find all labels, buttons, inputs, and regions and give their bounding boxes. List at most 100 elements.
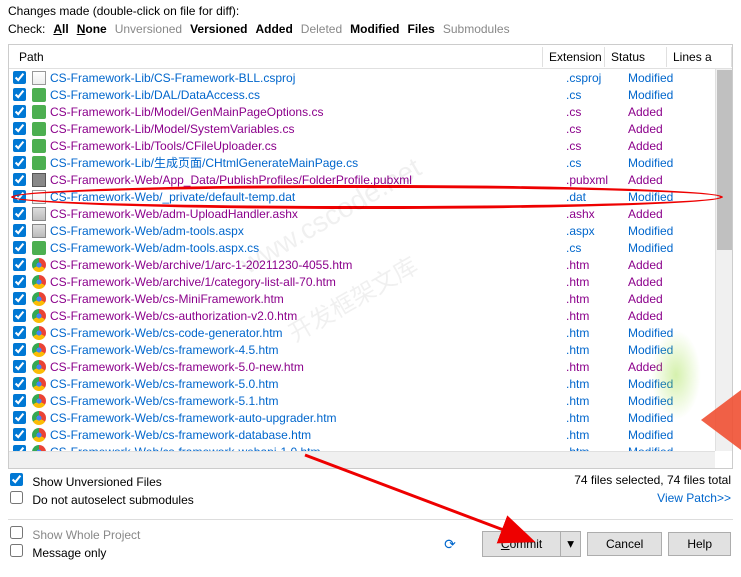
file-ext: .htm: [566, 394, 628, 408]
file-type-icon: [32, 326, 46, 340]
row-checkbox[interactable]: [13, 173, 26, 186]
cancel-button[interactable]: Cancel: [587, 532, 662, 556]
row-checkbox[interactable]: [13, 394, 26, 407]
file-path: CS-Framework-Web/adm-tools.aspx: [50, 224, 566, 238]
table-row[interactable]: CS-Framework-Lib/CS-Framework-BLL.csproj…: [9, 69, 732, 86]
view-patch-link[interactable]: View Patch>>: [657, 491, 731, 505]
file-status: Added: [628, 258, 690, 272]
show-whole-project-checkbox[interactable]: Show Whole Project: [10, 526, 140, 542]
row-checkbox[interactable]: [13, 105, 26, 118]
file-status: Added: [628, 292, 690, 306]
row-checkbox[interactable]: [13, 309, 26, 322]
file-path: CS-Framework-Web/adm-UploadHandler.ashx: [50, 207, 566, 221]
table-row[interactable]: CS-Framework-Web/adm-tools.aspx.cs .cs M…: [9, 239, 732, 256]
row-checkbox[interactable]: [13, 360, 26, 373]
refresh-icon[interactable]: ⟳: [444, 536, 456, 553]
filter-submodules[interactable]: Submodules: [443, 22, 510, 36]
no-autoselect-checkbox[interactable]: Do not autoselect submodules: [10, 491, 194, 507]
row-checkbox[interactable]: [13, 241, 26, 254]
file-path: CS-Framework-Lib/Model/GenMainPageOption…: [50, 105, 566, 119]
row-checkbox[interactable]: [13, 139, 26, 152]
table-row[interactable]: CS-Framework-Web/cs-framework-4.5.htm .h…: [9, 341, 732, 358]
file-type-icon: [32, 411, 46, 425]
file-status: Modified: [628, 428, 690, 442]
table-row[interactable]: CS-Framework-Lib/Model/GenMainPageOption…: [9, 103, 732, 120]
col-path[interactable]: Path: [9, 47, 543, 67]
table-row[interactable]: CS-Framework-Lib/Model/SystemVariables.c…: [9, 120, 732, 137]
table-row[interactable]: CS-Framework-Web/cs-framework-auto-upgra…: [9, 409, 732, 426]
row-checkbox[interactable]: [13, 326, 26, 339]
table-header: Path Extension Status Lines a: [9, 45, 732, 69]
table-body[interactable]: CS-Framework-Lib/CS-Framework-BLL.csproj…: [9, 69, 732, 451]
scrollbar-horizontal[interactable]: [9, 451, 715, 468]
table-row[interactable]: CS-Framework-Web/App_Data/PublishProfile…: [9, 171, 732, 188]
table-row[interactable]: CS-Framework-Lib/DAL/DataAccess.cs .cs M…: [9, 86, 732, 103]
table-row[interactable]: CS-Framework-Web/_private/default-temp.d…: [9, 188, 732, 205]
file-status: Added: [628, 139, 690, 153]
commit-button[interactable]: Commit▾: [482, 531, 581, 557]
filter-all[interactable]: All: [53, 22, 68, 36]
table-row[interactable]: CS-Framework-Web/adm-UploadHandler.ashx …: [9, 205, 732, 222]
filter-files[interactable]: Files: [408, 22, 435, 36]
col-lines[interactable]: Lines a: [667, 47, 732, 67]
file-path: CS-Framework-Web/_private/default-temp.d…: [50, 190, 566, 204]
message-only-checkbox[interactable]: Message only: [10, 544, 140, 560]
table-row[interactable]: CS-Framework-Web/archive/1/category-list…: [9, 273, 732, 290]
scrollbar-vertical[interactable]: [715, 69, 732, 451]
table-row[interactable]: CS-Framework-Web/cs-framework-webapi-1.0…: [9, 443, 732, 451]
table-row[interactable]: CS-Framework-Lib/生成页面/CHtmlGenerateMainP…: [9, 154, 732, 171]
file-table: Path Extension Status Lines a CS-Framewo…: [8, 44, 733, 469]
show-unversioned-checkbox[interactable]: Show Unversioned Files: [10, 473, 194, 489]
row-checkbox[interactable]: [13, 343, 26, 356]
commit-dropdown[interactable]: ▾: [561, 531, 581, 557]
table-row[interactable]: CS-Framework-Web/cs-authorization-v2.0.h…: [9, 307, 732, 324]
col-extension[interactable]: Extension: [543, 47, 605, 67]
row-checkbox[interactable]: [13, 88, 26, 101]
table-row[interactable]: CS-Framework-Web/archive/1/arc-1-2021123…: [9, 256, 732, 273]
file-status: Added: [628, 105, 690, 119]
row-checkbox[interactable]: [13, 207, 26, 220]
row-checkbox[interactable]: [13, 292, 26, 305]
file-ext: .cs: [566, 156, 628, 170]
file-path: CS-Framework-Web/archive/1/arc-1-2021123…: [50, 258, 566, 272]
decor-accent: [651, 330, 701, 420]
file-ext: .cs: [566, 122, 628, 136]
table-row[interactable]: CS-Framework-Web/cs-code-generator.htm .…: [9, 324, 732, 341]
file-path: CS-Framework-Lib/生成页面/CHtmlGenerateMainP…: [50, 154, 566, 171]
row-checkbox[interactable]: [13, 71, 26, 84]
filter-added[interactable]: Added: [255, 22, 292, 36]
row-checkbox[interactable]: [13, 428, 26, 441]
table-row[interactable]: CS-Framework-Web/cs-framework-5.0-new.ht…: [9, 358, 732, 375]
row-checkbox[interactable]: [13, 411, 26, 424]
col-status[interactable]: Status: [605, 47, 667, 67]
row-checkbox[interactable]: [13, 122, 26, 135]
file-type-icon: [32, 275, 46, 289]
table-row[interactable]: CS-Framework-Web/cs-MiniFramework.htm .h…: [9, 290, 732, 307]
table-row[interactable]: CS-Framework-Web/cs-framework-5.0.htm .h…: [9, 375, 732, 392]
row-checkbox[interactable]: [13, 258, 26, 271]
row-checkbox[interactable]: [13, 190, 26, 203]
row-checkbox[interactable]: [13, 275, 26, 288]
file-type-icon: [32, 88, 46, 102]
file-type-icon: [32, 139, 46, 153]
file-type-icon: [32, 190, 46, 204]
filter-none[interactable]: None: [77, 22, 107, 36]
file-ext: .cs: [566, 88, 628, 102]
filter-deleted[interactable]: Deleted: [301, 22, 342, 36]
help-button[interactable]: Help: [668, 532, 731, 556]
file-status: Modified: [628, 190, 690, 204]
file-path: CS-Framework-Web/cs-framework-5.0.htm: [50, 377, 566, 391]
table-row[interactable]: CS-Framework-Web/cs-framework-5.1.htm .h…: [9, 392, 732, 409]
file-ext: .htm: [566, 326, 628, 340]
table-row[interactable]: CS-Framework-Lib/Tools/CFileUploader.cs …: [9, 137, 732, 154]
filter-modified[interactable]: Modified: [350, 22, 399, 36]
filter-unversioned[interactable]: Unversioned: [115, 22, 182, 36]
table-row[interactable]: CS-Framework-Web/adm-tools.aspx .aspx Mo…: [9, 222, 732, 239]
row-checkbox[interactable]: [13, 377, 26, 390]
filter-versioned[interactable]: Versioned: [190, 22, 247, 36]
file-status: Modified: [628, 71, 690, 85]
table-row[interactable]: CS-Framework-Web/cs-framework-database.h…: [9, 426, 732, 443]
file-ext: .pubxml: [566, 173, 628, 187]
row-checkbox[interactable]: [13, 156, 26, 169]
row-checkbox[interactable]: [13, 224, 26, 237]
